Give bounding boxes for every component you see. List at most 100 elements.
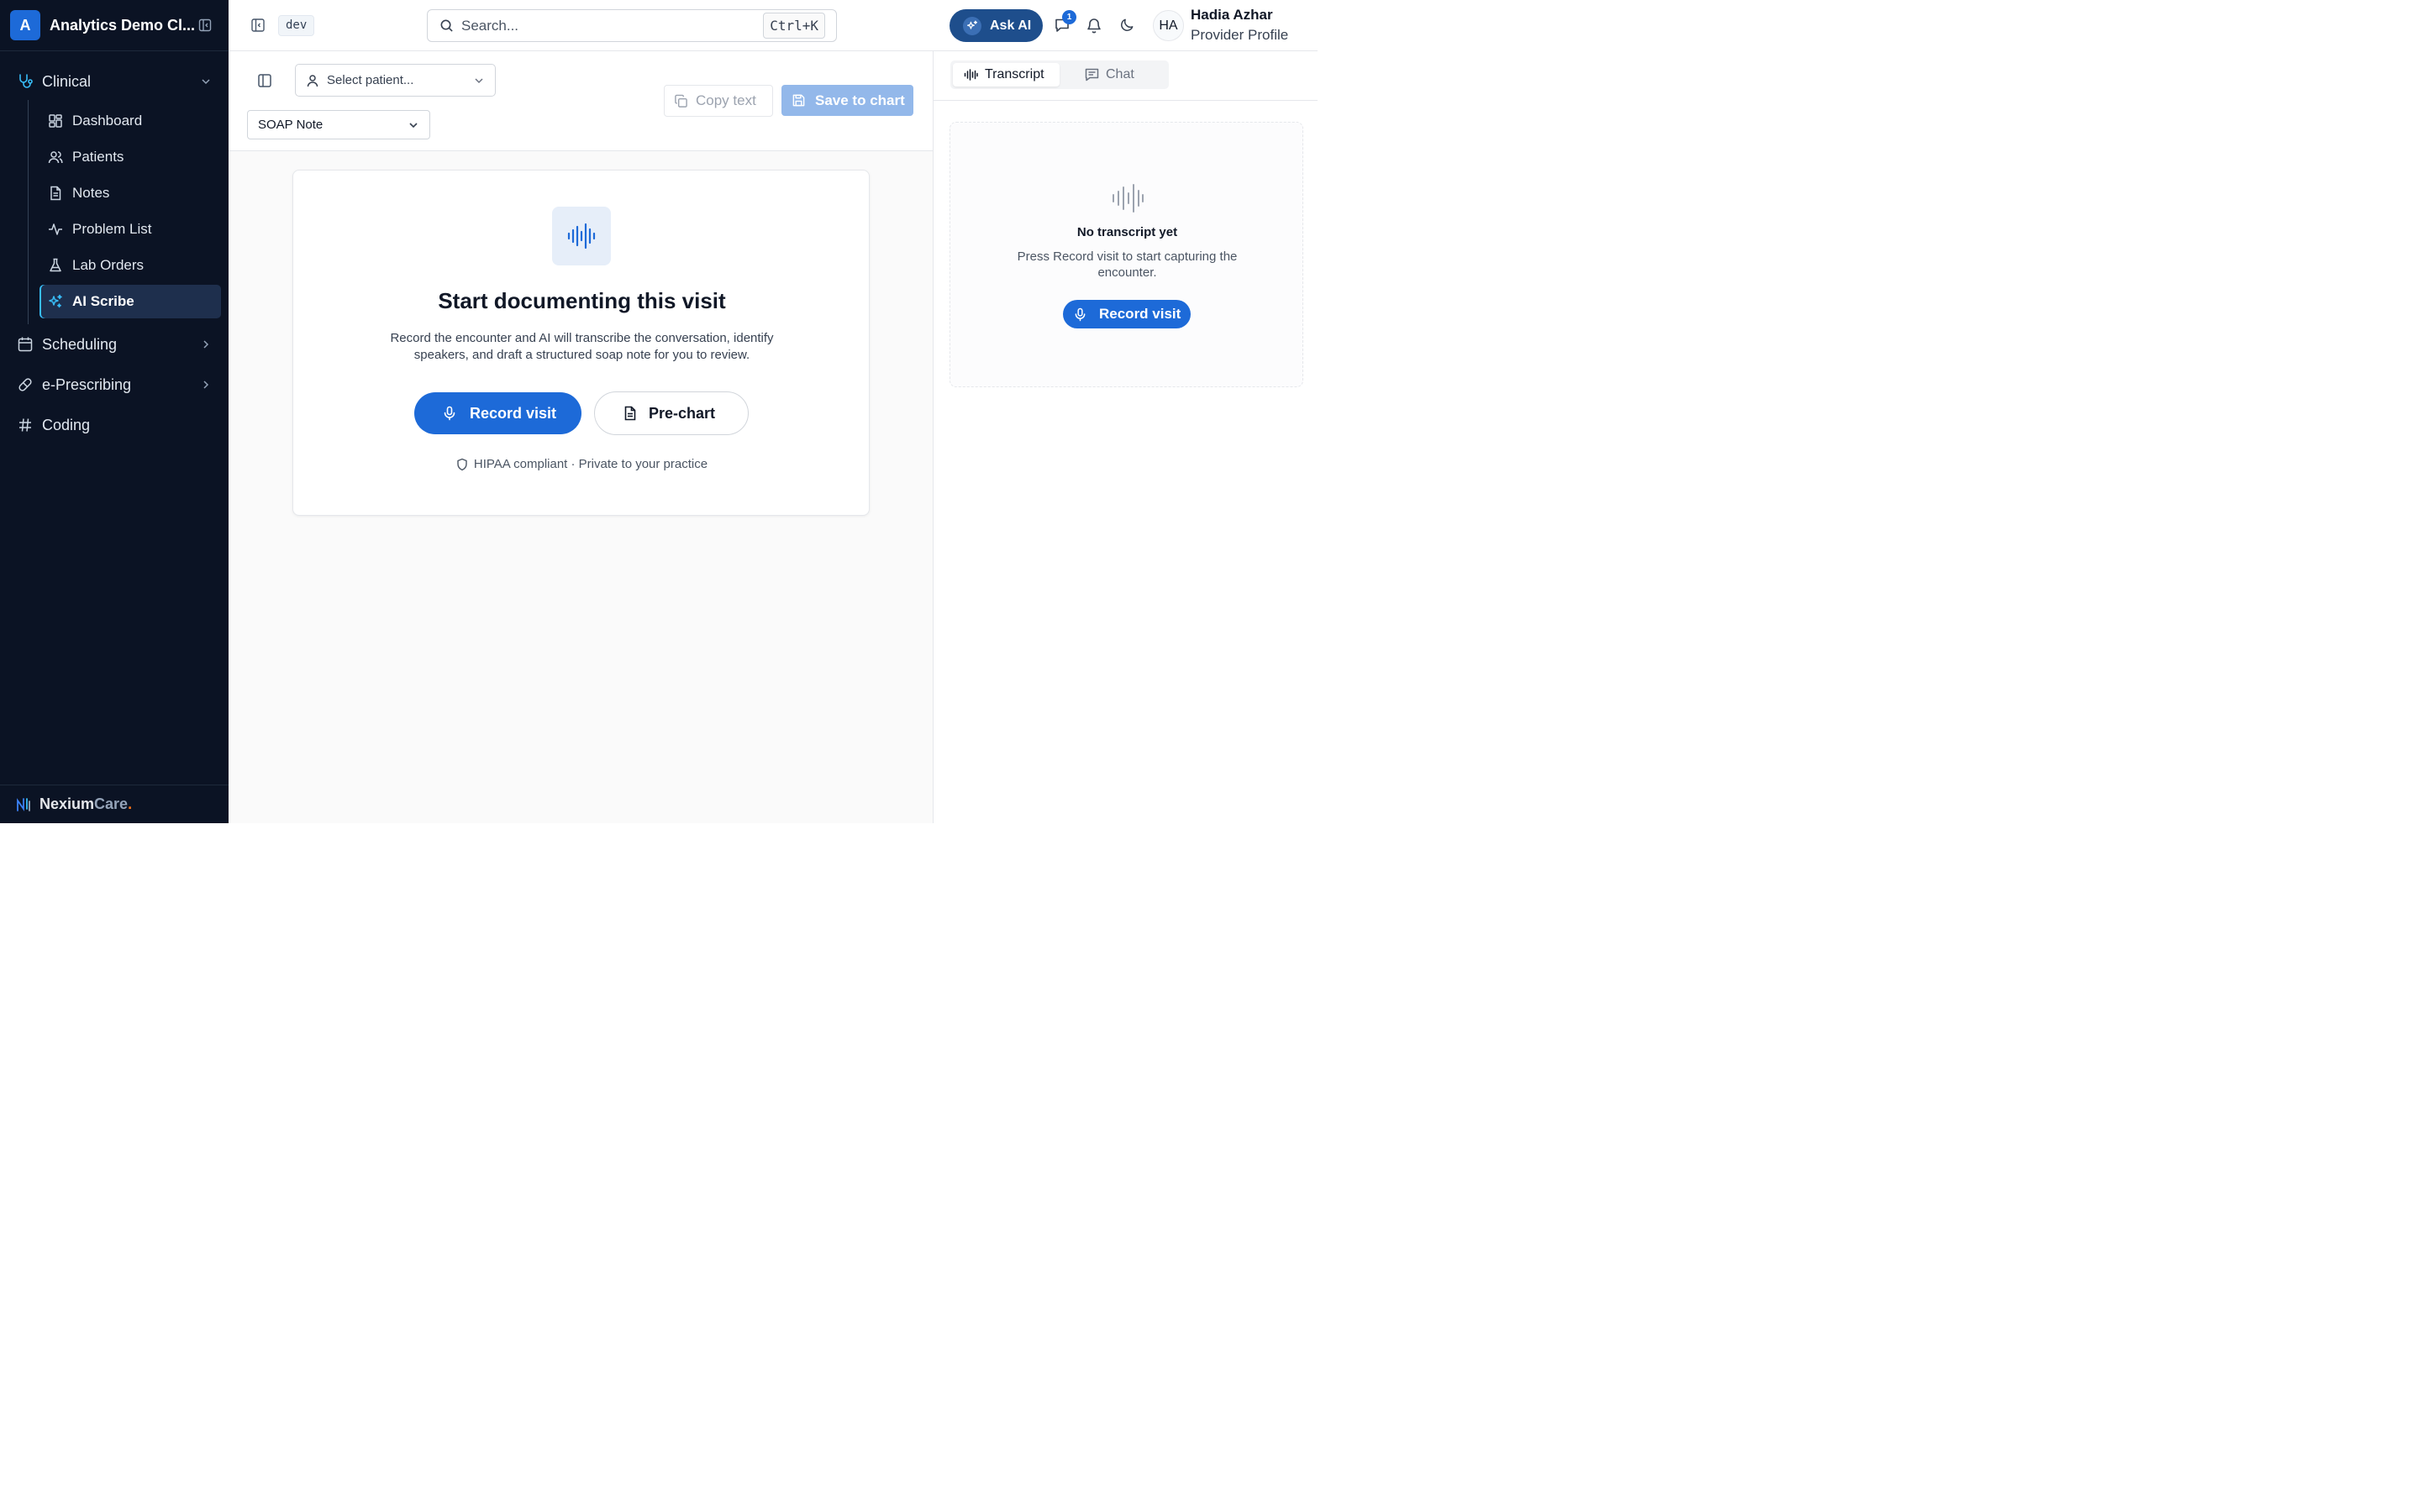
ask-ai-button[interactable]: Ask AI xyxy=(950,9,1043,42)
copy-text-label: Copy text xyxy=(696,92,756,108)
sidebar-item-ai-scribe[interactable]: AI Scribe xyxy=(39,285,221,318)
sidebar-item-problem-list[interactable]: Problem List xyxy=(39,213,221,246)
sidebar-group-label: Coding xyxy=(42,416,91,433)
card-title: Start documenting this visit xyxy=(438,288,726,313)
dashboard-icon xyxy=(48,113,63,129)
sidebar-item-label: Notes xyxy=(72,185,110,201)
search-shortcut: Ctrl+K xyxy=(763,13,825,39)
top-bar: dev Search... Ctrl+K Ask AI 1 HA Hadia A… xyxy=(229,0,1318,51)
collapse-sidebar-icon[interactable] xyxy=(198,18,212,32)
main-content: Select patient... SOAP Note Copy text Sa… xyxy=(229,51,933,823)
chevron-down-icon xyxy=(473,75,485,87)
sidebar-item-label: Lab Orders xyxy=(72,257,145,273)
waveform-icon xyxy=(1111,183,1144,213)
chat-icon xyxy=(1085,68,1099,81)
bell-icon[interactable] xyxy=(1086,17,1102,34)
patient-select[interactable]: Select patient... xyxy=(295,64,496,97)
transcript-panel: Transcript Chat No transcript yet Press … xyxy=(933,51,1318,823)
nexiumcare-logo-icon xyxy=(15,796,32,813)
hipaa-notice: HIPAA compliant · Private to your practi… xyxy=(293,457,871,471)
users-icon xyxy=(48,150,63,165)
hash-icon xyxy=(17,417,34,433)
patient-select-placeholder: Select patient... xyxy=(327,73,414,87)
document-icon xyxy=(623,406,637,421)
sparkles-icon xyxy=(963,16,981,35)
sidebar-nav: Clinical Dashboard Patients Notes Proble… xyxy=(0,51,229,444)
chevron-right-icon xyxy=(200,379,212,391)
copy-icon xyxy=(674,94,688,108)
save-to-chart-button[interactable]: Save to chart xyxy=(781,85,913,116)
sidebar-item-patients[interactable]: Patients xyxy=(39,140,221,174)
avatar[interactable]: HA xyxy=(1153,10,1184,41)
save-icon xyxy=(792,93,806,108)
empty-description: Press Record visit to start capturing th… xyxy=(1017,249,1238,280)
brand-dot: . xyxy=(128,795,133,812)
waveform-icon xyxy=(552,207,611,265)
sidebar-item-label: Dashboard xyxy=(72,113,143,129)
chevron-down-icon xyxy=(200,76,212,87)
stethoscope-icon xyxy=(17,73,34,90)
panel-tabs: Transcript Chat xyxy=(950,60,1169,89)
record-visit-label: Record visit xyxy=(1099,306,1181,322)
tab-transcript[interactable]: Transcript xyxy=(953,63,1060,87)
sidebar-group-clinical[interactable]: Clinical xyxy=(0,63,229,100)
sidebar-group-label: Clinical xyxy=(42,72,92,90)
pill-icon xyxy=(17,376,34,393)
sidebar: A Analytics Demo Cl... Clinical Dashboar… xyxy=(0,0,229,823)
search-placeholder: Search... xyxy=(461,17,519,34)
search-input[interactable]: Search... Ctrl+K xyxy=(427,9,837,42)
flask-icon xyxy=(48,258,63,273)
tab-label: Transcript xyxy=(985,67,1044,81)
start-visit-card: Start documenting this visit Record the … xyxy=(292,170,870,516)
copy-text-button[interactable]: Copy text xyxy=(664,85,773,117)
pre-chart-button[interactable]: Pre-chart xyxy=(594,391,749,435)
microphone-icon xyxy=(443,406,456,421)
sidebar-group-coding[interactable]: Coding xyxy=(0,407,229,444)
tab-label: Chat xyxy=(1106,67,1134,81)
sidebar-group-scheduling[interactable]: Scheduling xyxy=(0,326,229,363)
brand-name-part1: Nexium xyxy=(39,795,95,812)
sidebar-item-label: Problem List xyxy=(72,221,152,237)
sidebar-item-notes[interactable]: Notes xyxy=(39,176,221,210)
waveform-icon xyxy=(964,69,978,81)
ask-ai-label: Ask AI xyxy=(990,18,1032,33)
user-name[interactable]: Hadia Azhar xyxy=(1191,7,1273,24)
note-type-select[interactable]: SOAP Note xyxy=(247,110,430,139)
sidebar-group-e-prescribing[interactable]: e-Prescribing xyxy=(0,366,229,403)
moon-icon[interactable] xyxy=(1119,17,1135,33)
shield-icon xyxy=(456,458,468,471)
panel-divider xyxy=(934,100,1318,101)
document-icon xyxy=(48,186,63,201)
card-description: Record the encounter and AI will transcr… xyxy=(390,331,774,362)
note-toolbar: Select patient... SOAP Note Copy text Sa… xyxy=(229,51,933,151)
org-switcher[interactable]: A Analytics Demo Cl... xyxy=(0,0,229,51)
user-icon xyxy=(306,74,319,87)
user-role: Provider Profile xyxy=(1191,27,1289,43)
brand-name-part2: Care xyxy=(94,795,129,812)
empty-title: No transcript yet xyxy=(1076,225,1178,239)
sidebar-item-dashboard[interactable]: Dashboard xyxy=(39,104,221,138)
panel-toggle-icon[interactable] xyxy=(257,73,272,88)
sidebar-group-label: e-Prescribing xyxy=(42,375,132,393)
sidebar-item-label: Patients xyxy=(72,149,124,165)
chevron-right-icon xyxy=(200,339,212,350)
messages-count-badge: 1 xyxy=(1062,10,1076,24)
brand-name: NexiumCare. xyxy=(39,795,132,813)
clinical-subnav: Dashboard Patients Notes Problem List La… xyxy=(28,100,229,324)
record-visit-button[interactable]: Record visit xyxy=(414,392,581,434)
environment-badge: dev xyxy=(278,15,315,36)
save-to-chart-label: Save to chart xyxy=(815,92,905,108)
sidebar-group-label: Scheduling xyxy=(42,335,118,353)
record-visit-button[interactable]: Record visit xyxy=(1063,300,1191,328)
tab-chat[interactable]: Chat xyxy=(1060,63,1166,87)
sidebar-item-lab-orders[interactable]: Lab Orders xyxy=(39,249,221,282)
sparkles-icon xyxy=(48,294,63,309)
microphone-icon xyxy=(1074,307,1086,322)
record-visit-label: Record visit xyxy=(470,404,557,422)
org-avatar: A xyxy=(10,10,40,40)
brand-footer: NexiumCare. xyxy=(0,785,229,823)
transcript-empty-state: No transcript yet Press Record visit to … xyxy=(950,122,1303,387)
toggle-sidebar-icon[interactable] xyxy=(250,18,266,33)
activity-icon xyxy=(48,222,63,237)
search-icon xyxy=(439,18,454,33)
